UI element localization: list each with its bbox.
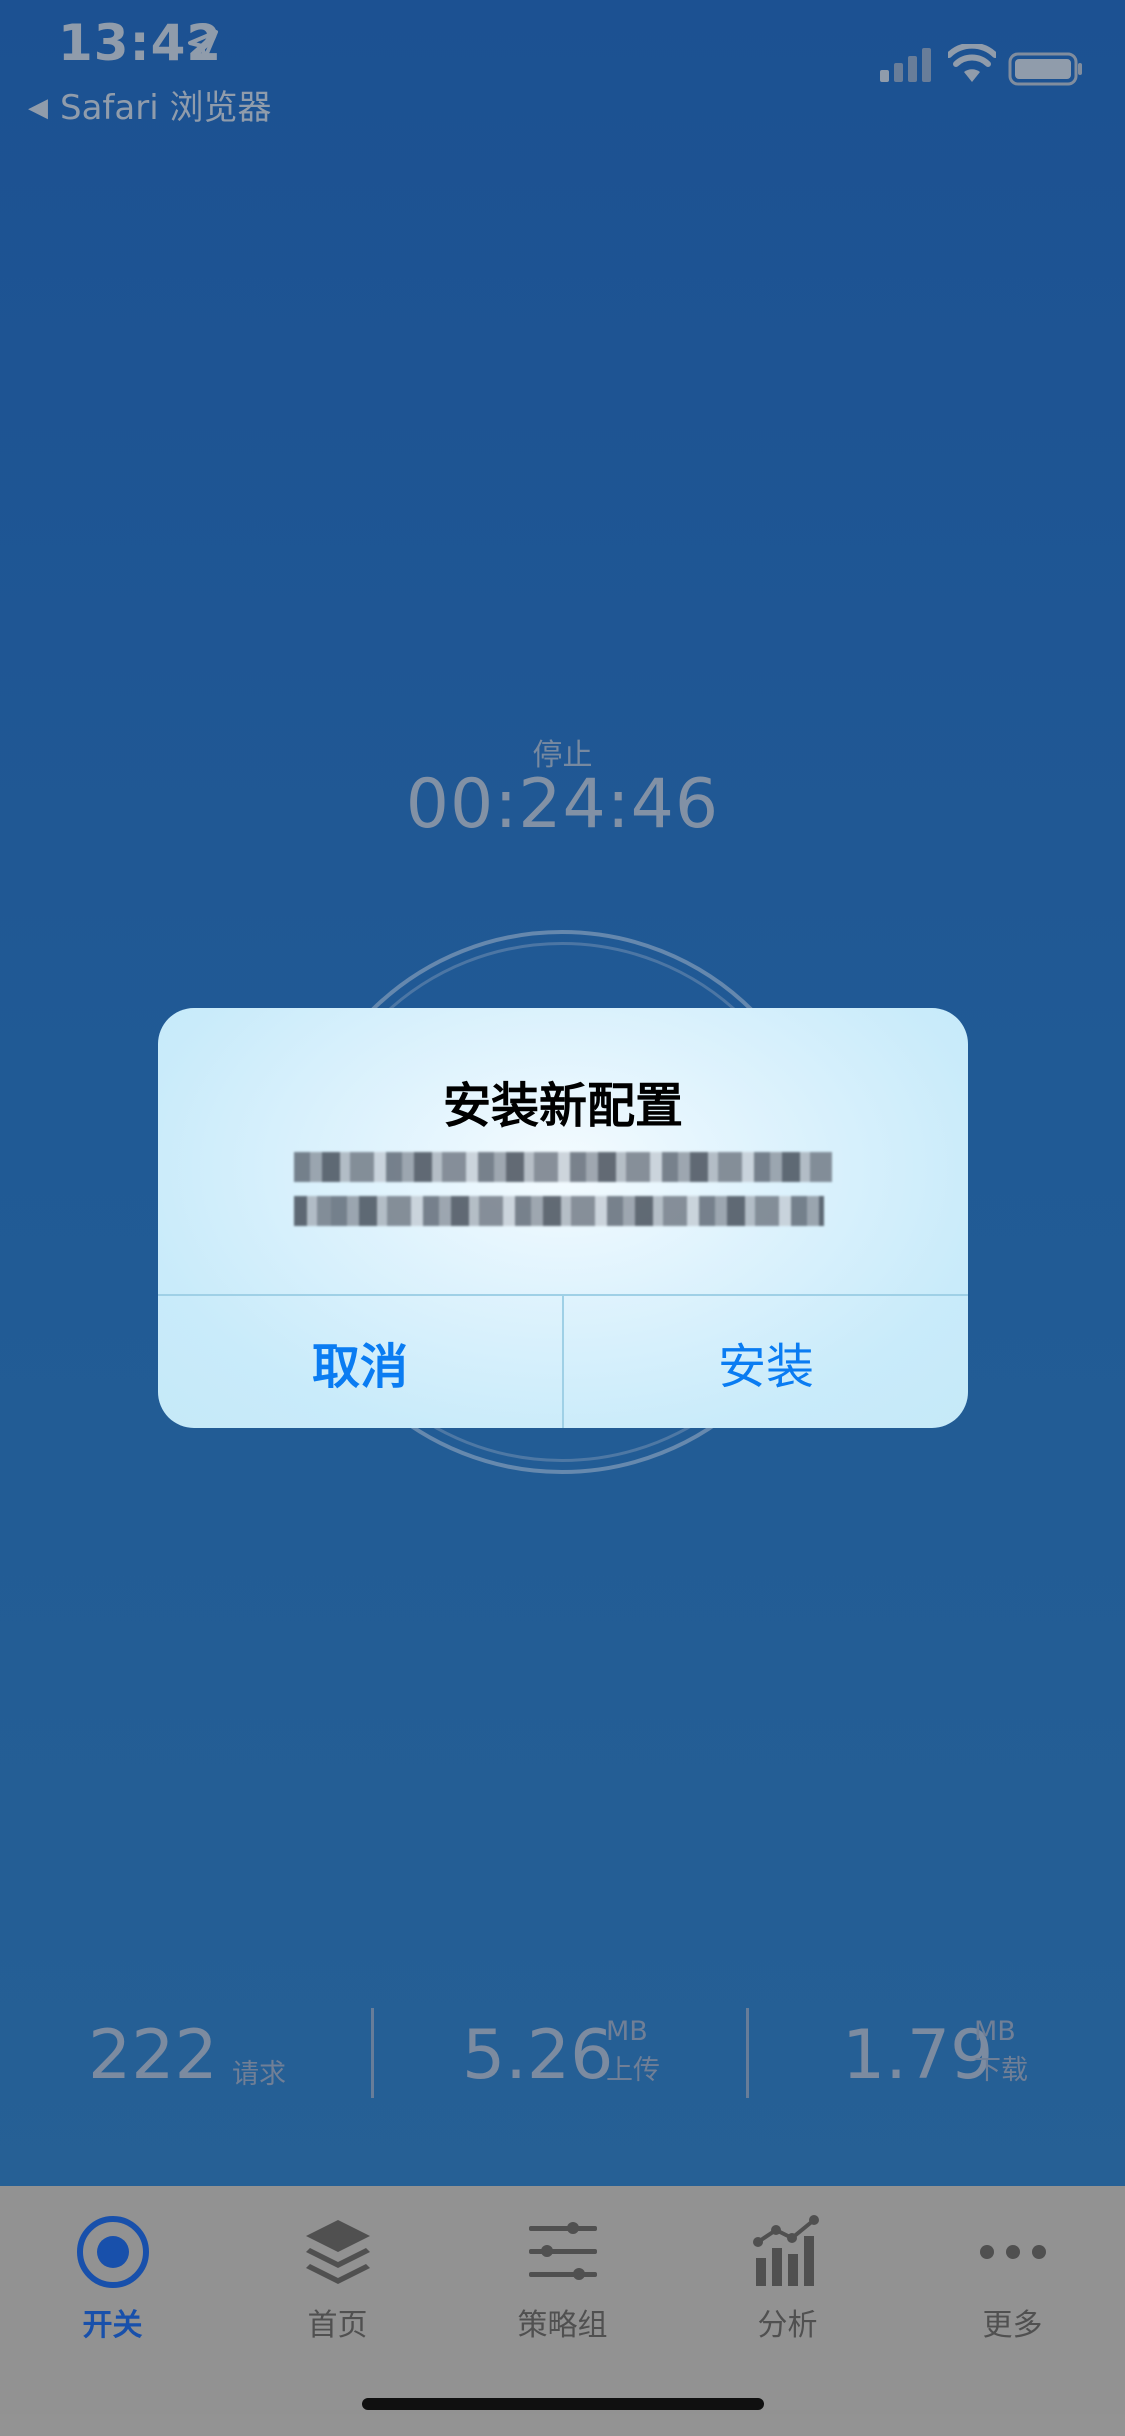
redacted-text-line: [294, 1152, 832, 1182]
redacted-text-line: [294, 1196, 824, 1226]
alert-title: 安装新配置: [442, 1078, 683, 1134]
cancel-button[interactable]: 取消: [158, 1296, 562, 1428]
install-button[interactable]: 安装: [564, 1296, 968, 1428]
install-profile-alert: 安装新配置 取消 安装: [158, 1008, 968, 1428]
alert-message-redacted: [294, 1146, 832, 1236]
